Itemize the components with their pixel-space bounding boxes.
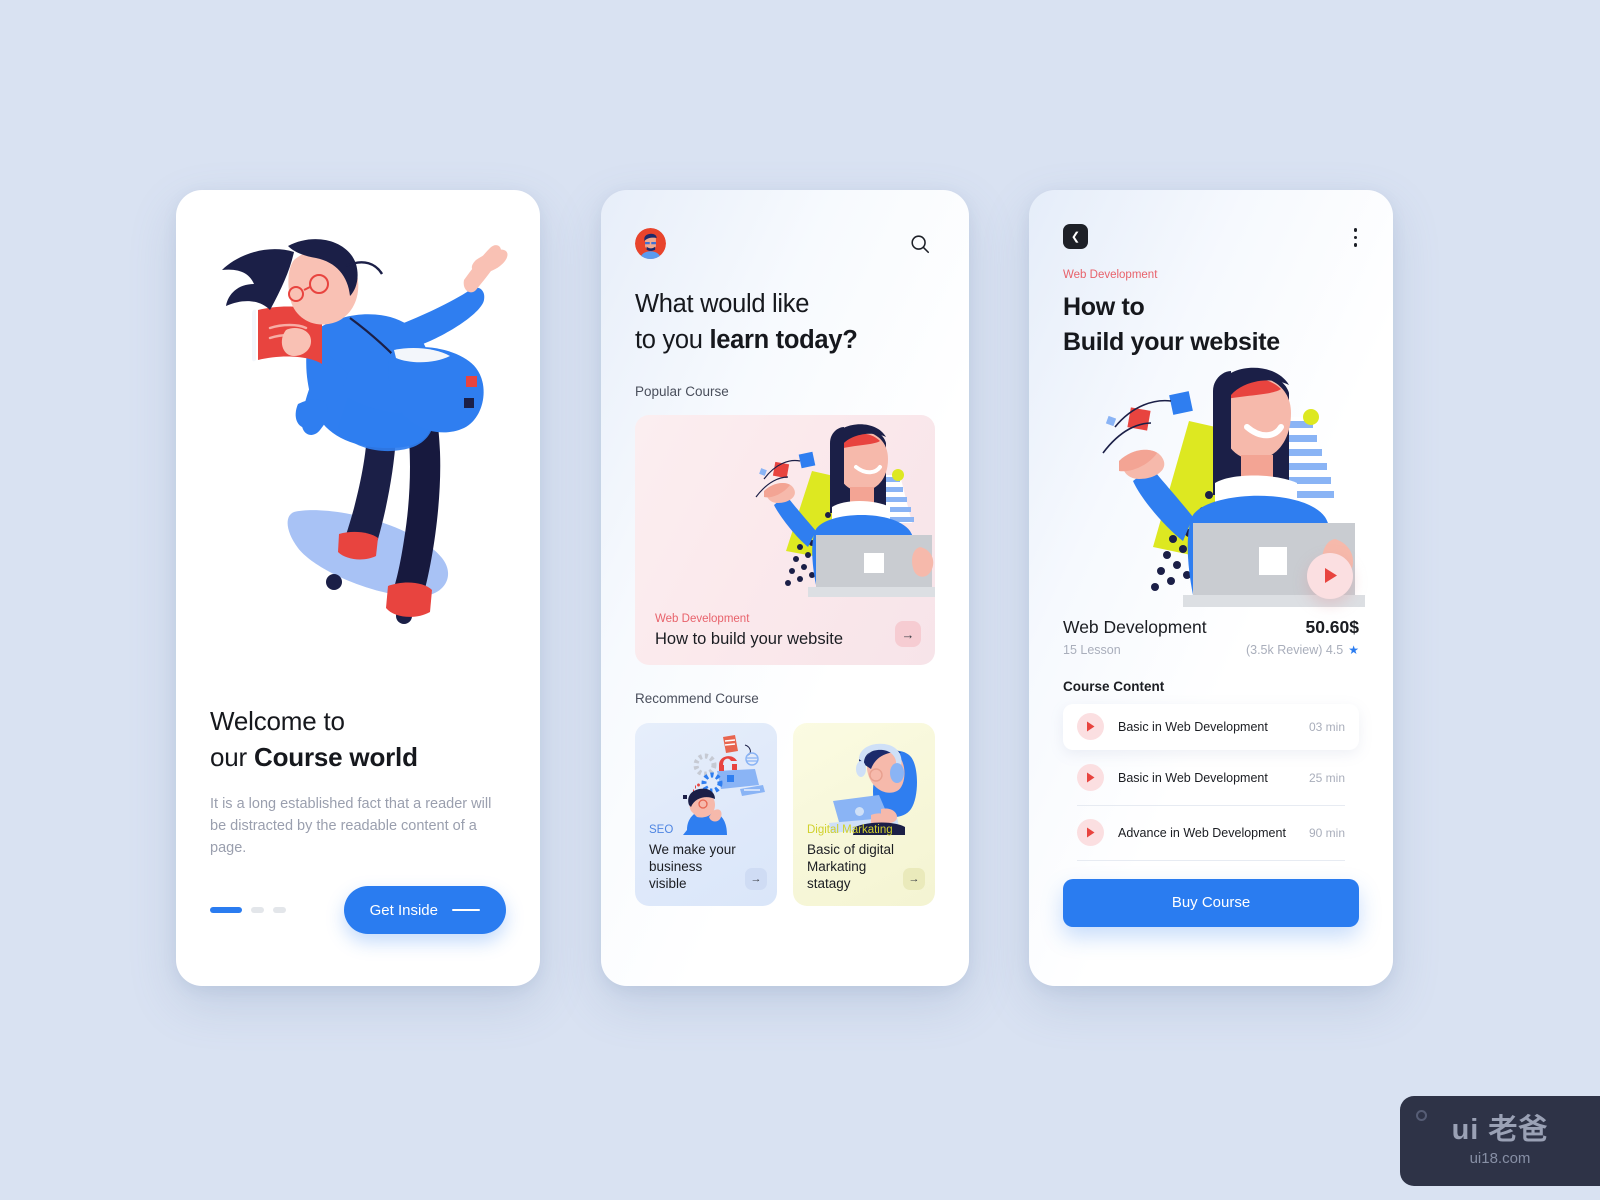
person-with-floating-seo-icons-illustration (683, 735, 765, 836)
heading-line-2-normal: our (210, 741, 255, 772)
course-title-line-1: How to (1063, 292, 1145, 321)
onboarding-footer: Get Inside (210, 886, 506, 934)
arrow-right-icon[interactable]: → (745, 868, 767, 891)
avatar[interactable] (635, 228, 666, 259)
onboarding-copy: Welcome to our Course world It is a long… (210, 704, 510, 859)
watermark-main: ui 老爸 (1451, 1113, 1549, 1146)
watermark: ui 老爸 ui18.com (1400, 1096, 1600, 1186)
course-content-label: Course Content (1063, 678, 1165, 694)
popular-card-title: How to build your website (655, 630, 844, 649)
phone-screen-onboarding: Welcome to our Course world It is a long… (176, 190, 540, 986)
recommend-card-seo[interactable]: SEO We make your business visible → (635, 723, 777, 907)
list-divider (1077, 859, 1345, 861)
course-detail-title: How to Build your website (1063, 290, 1359, 361)
woman-with-laptop-illustration (755, 424, 935, 598)
discovery-title-line-2-normal: to you (635, 326, 710, 355)
kebab-menu-icon[interactable] (1352, 224, 1360, 251)
heading-line-2-bold: Course world (254, 741, 418, 772)
popular-course-label: Popular Course (635, 384, 729, 400)
course-category: Web Development (1063, 268, 1158, 281)
digital-marketing-card-meta: Digital Markating Basic of digital Marka… (807, 824, 925, 893)
course-summary-row: Web Development 50.60$ (1063, 617, 1359, 638)
page-dot-2[interactable] (251, 907, 264, 913)
lesson-title: Advance in Web Development (1118, 825, 1286, 840)
lesson-duration: 25 min (1308, 770, 1345, 785)
discovery-title-line-2-bold: learn today? (709, 326, 858, 355)
course-content-item-2[interactable]: Basic in Web Development 25 min (1063, 755, 1359, 801)
course-content-item-1[interactable]: Basic in Web Development 03 min (1063, 703, 1359, 750)
skateboarder-reading-book-illustration (222, 239, 508, 624)
buy-course-button[interactable]: Buy Course (1063, 878, 1359, 927)
discovery-title-line-1: What would like (635, 290, 810, 318)
onboarding-body-text: It is a long established fact that a rea… (210, 795, 492, 856)
lesson-duration: 03 min (1308, 719, 1345, 734)
course-title-line-2: Build your website (1063, 328, 1280, 356)
course-meta-row: 15 Lesson (3.5k Review) 4.5 ★ (1063, 643, 1359, 657)
phone-screen-discovery: What would like to you learn today? Popu… (601, 190, 969, 986)
recommend-course-label: Recommend Course (635, 691, 759, 707)
lesson-title: Basic in Web Development (1118, 770, 1268, 785)
heading-line-1: Welcome to (210, 706, 345, 736)
course-content-list: Basic in Web Development 03 min Basic in… (1063, 703, 1359, 861)
course-price: 50.60$ (1305, 616, 1359, 637)
discovery-title: What would like to you learn today? (635, 286, 935, 358)
phone-screen-course-detail: ❮ Web Development How to Build your webs… (1029, 190, 1393, 986)
lesson-title: Basic in Web Development (1118, 719, 1268, 734)
arrow-right-icon[interactable]: → (903, 868, 925, 891)
person-with-headphones-laptop-illustration (829, 744, 917, 836)
discovery-topbar (635, 190, 935, 259)
course-hero (1063, 367, 1365, 617)
watermark-sub: ui18.com (1469, 1149, 1531, 1167)
course-name: Web Development (1063, 616, 1207, 637)
popular-card-meta: Web Development How to build your websit… (655, 613, 921, 649)
popular-course-card[interactable]: Web Development How to build your websit… (635, 415, 935, 666)
page-title: Welcome to our Course world (210, 704, 510, 776)
seo-card-kicker: SEO (649, 823, 674, 836)
digital-marketing-card-kicker: Digital Markating (807, 823, 893, 836)
course-content-item-3[interactable]: Advance in Web Development 90 min (1063, 810, 1359, 856)
course-rating: (3.5k Review) 4.5 ★ (1246, 643, 1359, 657)
get-inside-label: Get Inside (369, 901, 438, 919)
dash-icon (452, 909, 480, 911)
course-lesson-count: 15 Lesson (1063, 642, 1121, 657)
circle-icon (1416, 1110, 1427, 1121)
recommend-card-digital-marketing[interactable]: Digital Markating Basic of digital Marka… (793, 723, 935, 907)
seo-card-meta: SEO We make your business visible → (649, 824, 767, 893)
page-indicator[interactable] (210, 907, 286, 913)
play-icon[interactable] (1307, 552, 1353, 599)
play-icon (1077, 819, 1104, 846)
search-icon[interactable] (905, 229, 935, 259)
course-review-text: (3.5k Review) 4.5 (1245, 642, 1344, 657)
lesson-duration: 90 min (1308, 825, 1345, 840)
recommend-course-grid: SEO We make your business visible → Digi… (635, 723, 935, 907)
course-detail-topbar: ❮ (1063, 190, 1359, 251)
list-divider (1077, 804, 1345, 806)
get-inside-button[interactable]: Get Inside (343, 886, 506, 934)
play-icon (1077, 764, 1104, 791)
play-icon (1077, 713, 1104, 740)
page-dot-1[interactable] (210, 907, 242, 913)
popular-card-kicker: Web Development (655, 613, 750, 626)
page-dot-3[interactable] (273, 907, 286, 913)
star-icon: ★ (1348, 642, 1359, 657)
chevron-left-icon[interactable]: ❮ (1063, 224, 1088, 249)
arrow-right-icon[interactable]: → (895, 621, 921, 648)
